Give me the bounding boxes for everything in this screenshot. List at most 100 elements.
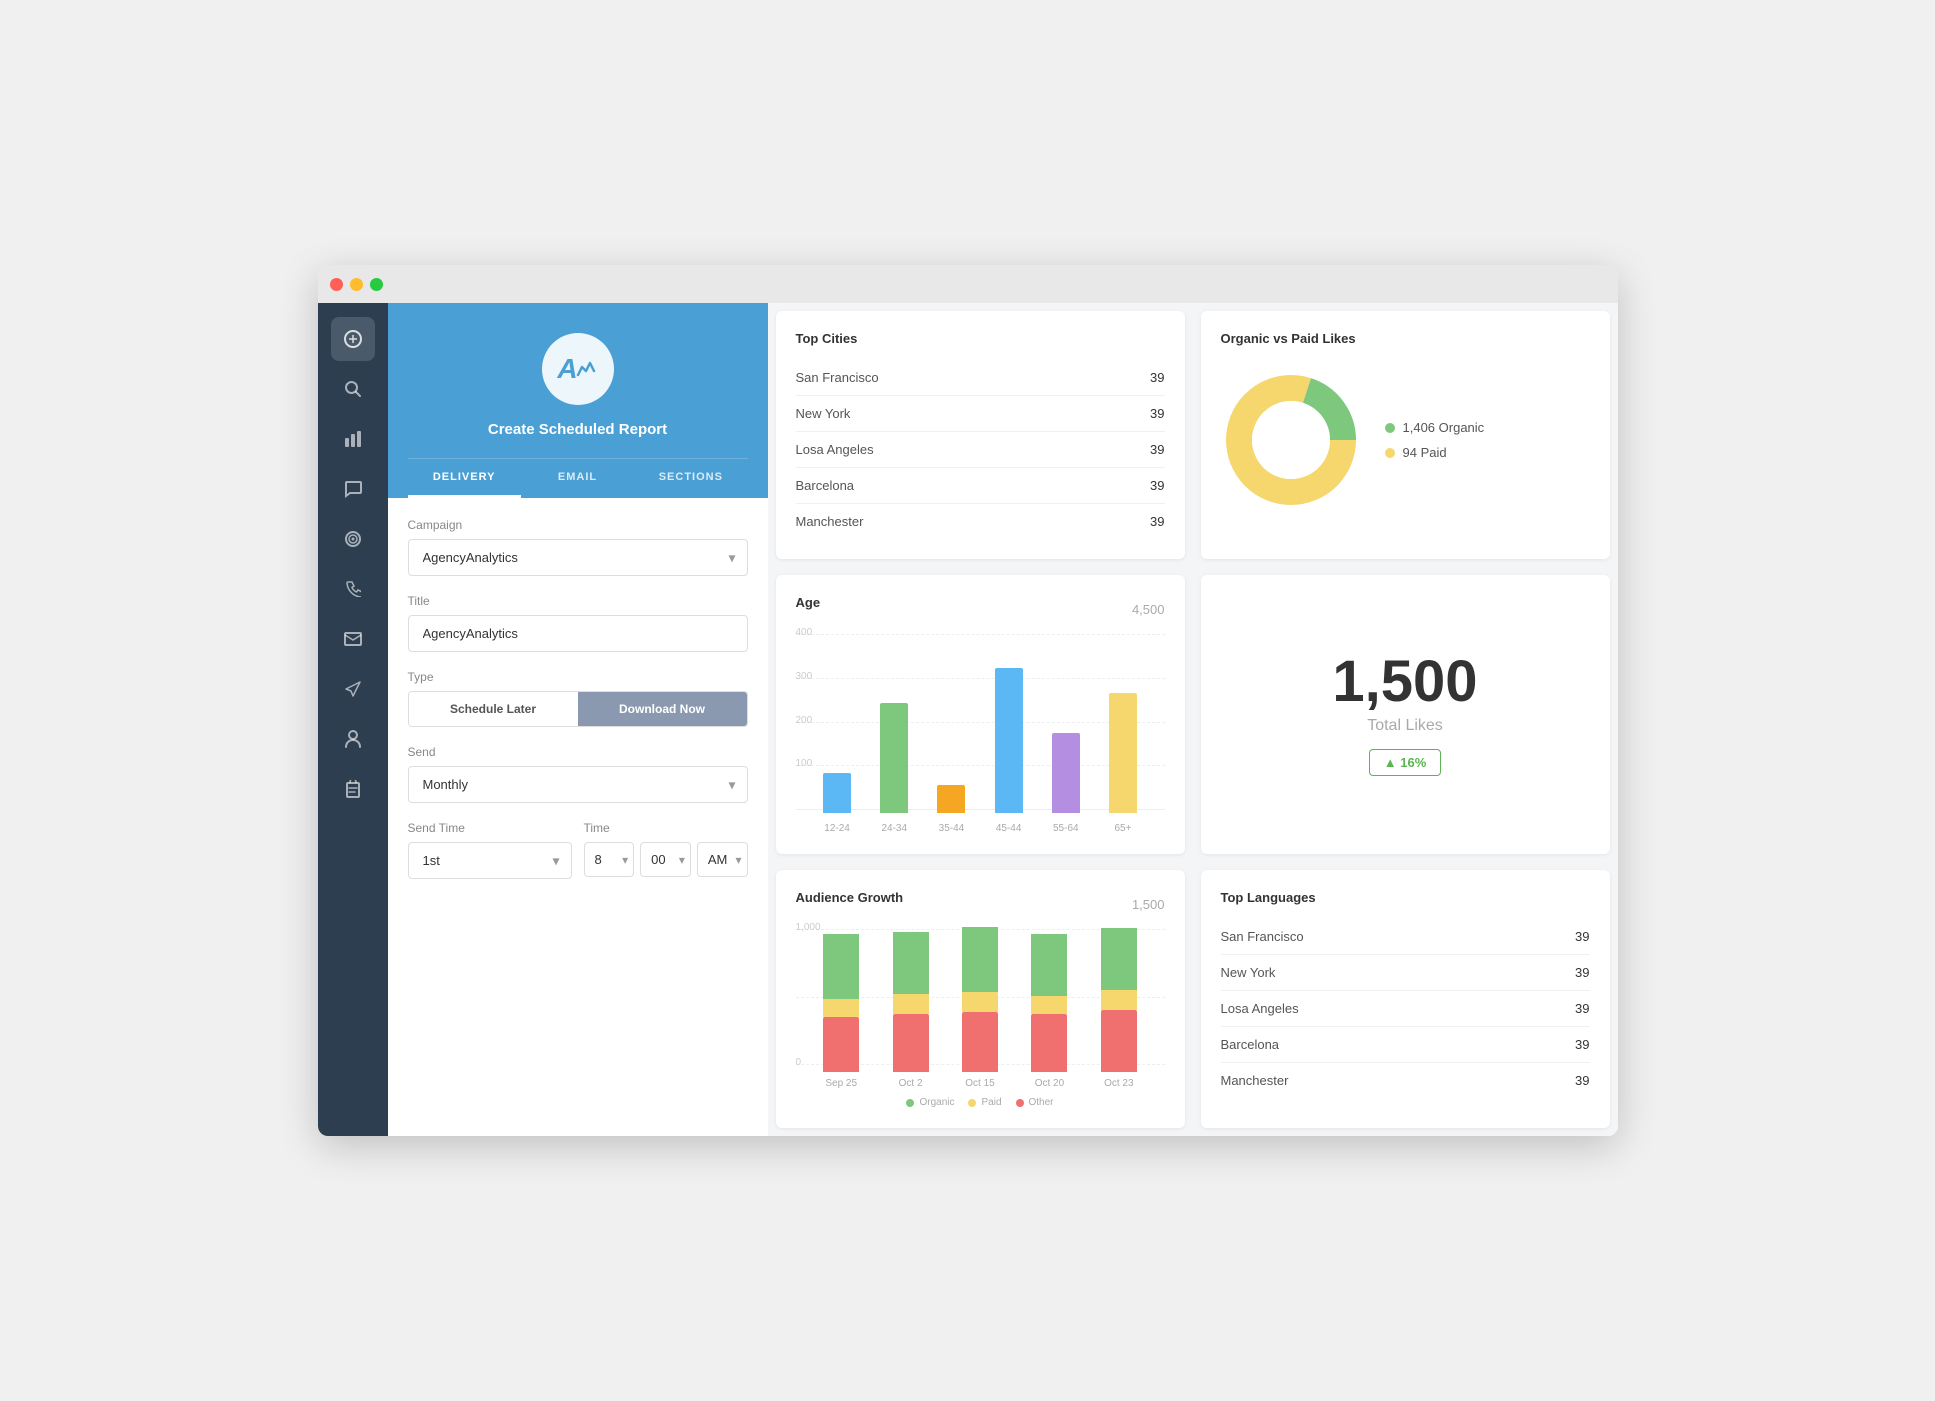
sidebar-icon-dashboard[interactable] — [331, 317, 375, 361]
audience-total: 1,500 — [1132, 897, 1165, 912]
sidebar-icon-target[interactable] — [331, 517, 375, 561]
send-time-group: Send Time 1st — [408, 821, 572, 879]
title-input[interactable] — [408, 615, 748, 652]
list-item: San Francisco 39 — [796, 360, 1165, 396]
period-select-wrapper: AM — [697, 842, 748, 877]
send-time-row: Send Time 1st Time 8 — [408, 821, 748, 897]
paid-legend-item: 94 Paid — [1385, 445, 1485, 460]
stacked-bar-oct20 — [1031, 934, 1067, 1072]
logo-icon — [574, 357, 598, 381]
total-likes-card: 1,500 Total Likes ▲ 16% — [1201, 575, 1610, 854]
label-oct15: Oct 15 — [965, 1078, 994, 1089]
paid-dot — [1385, 448, 1395, 458]
bar-yellow-oct20 — [1031, 996, 1067, 1014]
type-group: Type Schedule Later Download Now — [408, 670, 748, 727]
lang-count: 39 — [1575, 1037, 1589, 1052]
sidebar-icon-phone[interactable] — [331, 567, 375, 611]
send-time-label: Send Time — [408, 821, 572, 835]
bar-yellow-oct15 — [962, 992, 998, 1012]
aud-dot-paid — [968, 1099, 976, 1107]
bar-group-45-44: 45-44 — [987, 668, 1030, 834]
organic-count: 1,406 Organic — [1403, 420, 1485, 435]
sidebar-icon-search[interactable] — [331, 367, 375, 411]
bar-label-65plus: 65+ — [1114, 823, 1131, 834]
campaign-group: Campaign AgencyAnalytics — [408, 518, 748, 576]
minimize-button[interactable] — [350, 278, 363, 291]
time-label: Time — [584, 821, 748, 835]
sidebar-icon-comments[interactable] — [331, 467, 375, 511]
aud-label-organic: Organic — [919, 1097, 954, 1108]
list-item: San Francisco 39 — [1221, 919, 1590, 955]
city-name: New York — [796, 406, 851, 421]
tab-email[interactable]: EMAIL — [521, 459, 634, 498]
lang-count: 39 — [1575, 929, 1589, 944]
city-name: Barcelona — [796, 478, 855, 493]
download-now-button[interactable]: Download Now — [578, 692, 747, 726]
audience-chart-area: 1,000 0 — [796, 929, 1165, 1089]
likes-badge: ▲ 16% — [1369, 749, 1442, 776]
send-time-select[interactable]: 1st — [408, 842, 572, 879]
bar-24-34 — [880, 703, 908, 813]
panel-header: A Create Scheduled Report DELIVERY EMAIL… — [388, 303, 768, 498]
lang-name: Manchester — [1221, 1073, 1289, 1088]
bar-green-sep25 — [823, 934, 859, 999]
tab-sections[interactable]: SECTIONS — [634, 459, 747, 498]
sidebar — [318, 303, 388, 1136]
bar-red-oct23 — [1101, 1010, 1137, 1072]
send-select-wrapper: Monthly — [408, 766, 748, 803]
list-item: Barcelona 39 — [796, 468, 1165, 504]
bar-label-35-44: 35-44 — [939, 823, 965, 834]
minute-select[interactable]: 00 — [640, 842, 691, 877]
lang-name: San Francisco — [1221, 929, 1304, 944]
campaign-select-wrapper: AgencyAnalytics — [408, 539, 748, 576]
campaign-select[interactable]: AgencyAnalytics — [408, 539, 748, 576]
stacked-group-oct23: Oct 23 — [1093, 928, 1144, 1089]
time-group: Time 8 00 — [584, 821, 748, 879]
organic-title: Organic vs Paid Likes — [1221, 331, 1590, 346]
top-cities-card: Top Cities San Francisco 39 New York 39 … — [776, 311, 1185, 559]
title-label: Title — [408, 594, 748, 608]
bar-red-oct2 — [893, 1014, 929, 1072]
maximize-button[interactable] — [370, 278, 383, 291]
tab-delivery[interactable]: DELIVERY — [408, 459, 521, 498]
campaign-label: Campaign — [408, 518, 748, 532]
donut-chart — [1221, 370, 1361, 510]
sidebar-icon-clipboard[interactable] — [331, 767, 375, 811]
languages-list: San Francisco 39 New York 39 Losa Angele… — [1221, 919, 1590, 1098]
bar-55-64 — [1052, 733, 1080, 813]
aud-label-other: Other — [1029, 1097, 1054, 1108]
list-item: Losa Angeles 39 — [1221, 991, 1590, 1027]
label-oct2: Oct 2 — [899, 1078, 923, 1089]
send-select[interactable]: Monthly — [408, 766, 748, 803]
bar-green-oct23 — [1101, 928, 1137, 990]
stacked-group-oct15: Oct 15 — [954, 927, 1005, 1089]
list-item: Losa Angeles 39 — [796, 432, 1165, 468]
age-chart-container: 400 300 200 100 12-24 — [796, 634, 1165, 834]
city-name: San Francisco — [796, 370, 879, 385]
sidebar-icon-send[interactable] — [331, 667, 375, 711]
lang-name: New York — [1221, 965, 1276, 980]
sidebar-icon-analytics[interactable] — [331, 417, 375, 461]
top-languages-title: Top Languages — [1221, 890, 1590, 905]
city-count: 39 — [1150, 370, 1164, 385]
top-cities-title: Top Cities — [796, 331, 1165, 346]
send-label: Send — [408, 745, 748, 759]
close-button[interactable] — [330, 278, 343, 291]
cities-list: San Francisco 39 New York 39 Losa Angele… — [796, 360, 1165, 539]
period-select[interactable]: AM — [697, 842, 748, 877]
list-item: Barcelona 39 — [1221, 1027, 1590, 1063]
paid-count: 94 Paid — [1403, 445, 1447, 460]
schedule-later-button[interactable]: Schedule Later — [409, 692, 578, 726]
hour-select[interactable]: 8 — [584, 842, 635, 877]
bar-35-44 — [937, 785, 965, 813]
bar-label-45-44: 45-44 — [996, 823, 1022, 834]
title-group: Title — [408, 594, 748, 652]
bar-label-55-64: 55-64 — [1053, 823, 1079, 834]
aud-label-paid: Paid — [981, 1097, 1001, 1108]
app-window: A Create Scheduled Report DELIVERY EMAIL… — [318, 265, 1618, 1136]
aud-legend-paid: Paid — [968, 1097, 1001, 1108]
y-label-400: 400 — [796, 627, 813, 638]
sidebar-icon-mail[interactable] — [331, 617, 375, 661]
city-count: 39 — [1150, 406, 1164, 421]
sidebar-icon-user[interactable] — [331, 717, 375, 761]
